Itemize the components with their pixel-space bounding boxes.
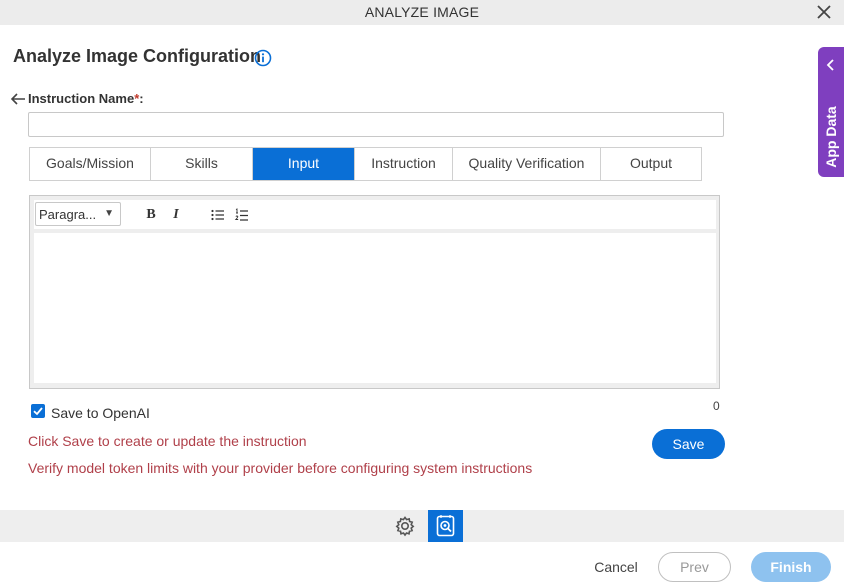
page-title: Analyze Image Configuration (13, 46, 262, 66)
dialog-titlebar: ANALYZE IMAGE (0, 0, 844, 25)
instruction-name-label-text: Instruction Name (28, 91, 135, 106)
editor-toolbar: Paragra... ▼ B I (34, 200, 716, 229)
editor-content-area[interactable] (34, 233, 716, 383)
tab-goals-mission[interactable]: Goals/Mission (30, 148, 151, 180)
image-search-icon (436, 515, 455, 537)
tab-quality-verification[interactable]: Quality Verification (453, 148, 601, 180)
analyze-image-button[interactable] (428, 510, 463, 542)
tab-input[interactable]: Input (253, 148, 355, 180)
app-data-panel-toggle[interactable]: App Data (818, 47, 844, 177)
prev-button[interactable]: Prev (658, 552, 731, 582)
cancel-button[interactable]: Cancel (584, 552, 648, 582)
save-to-openai-label: Save to OpenAI (51, 405, 150, 421)
app-data-label: App Data (823, 106, 839, 168)
instruction-name-label-colon: : (139, 91, 144, 106)
dialog-title: ANALYZE IMAGE (364, 4, 480, 20)
numbered-list-icon[interactable] (234, 207, 250, 223)
gear-icon[interactable] (394, 515, 416, 537)
save-hint-message: Click Save to create or update the instr… (28, 433, 307, 449)
chevron-left-icon (826, 59, 834, 71)
instruction-tabs: Goals/Mission Skills Input Instruction Q… (29, 147, 702, 181)
rich-text-editor: Paragra... ▼ B I (29, 195, 720, 389)
tab-skills[interactable]: Skills (151, 148, 253, 180)
paragraph-format-select[interactable]: Paragra... ▼ (35, 202, 121, 226)
finish-button[interactable]: Finish (751, 552, 831, 582)
character-count: 0 (713, 399, 720, 413)
italic-button[interactable]: I (168, 207, 184, 223)
close-icon[interactable] (814, 2, 834, 22)
bottom-tool-strip (0, 510, 844, 542)
bold-button[interactable]: B (143, 207, 159, 223)
info-icon[interactable] (254, 49, 272, 67)
save-to-openai-checkbox[interactable] (31, 404, 45, 418)
token-warning-message: Verify model token limits with your prov… (28, 460, 533, 476)
paragraph-format-value: Paragra... (39, 207, 97, 222)
tab-output[interactable]: Output (601, 148, 701, 180)
bulleted-list-icon[interactable] (210, 207, 226, 223)
tab-instruction[interactable]: Instruction (355, 148, 453, 180)
back-arrow-icon[interactable] (10, 92, 26, 106)
save-button[interactable]: Save (652, 429, 725, 459)
caret-down-icon: ▼ (104, 208, 114, 219)
instruction-name-input[interactable] (28, 112, 724, 137)
instruction-name-label: Instruction Name*: (28, 91, 144, 106)
